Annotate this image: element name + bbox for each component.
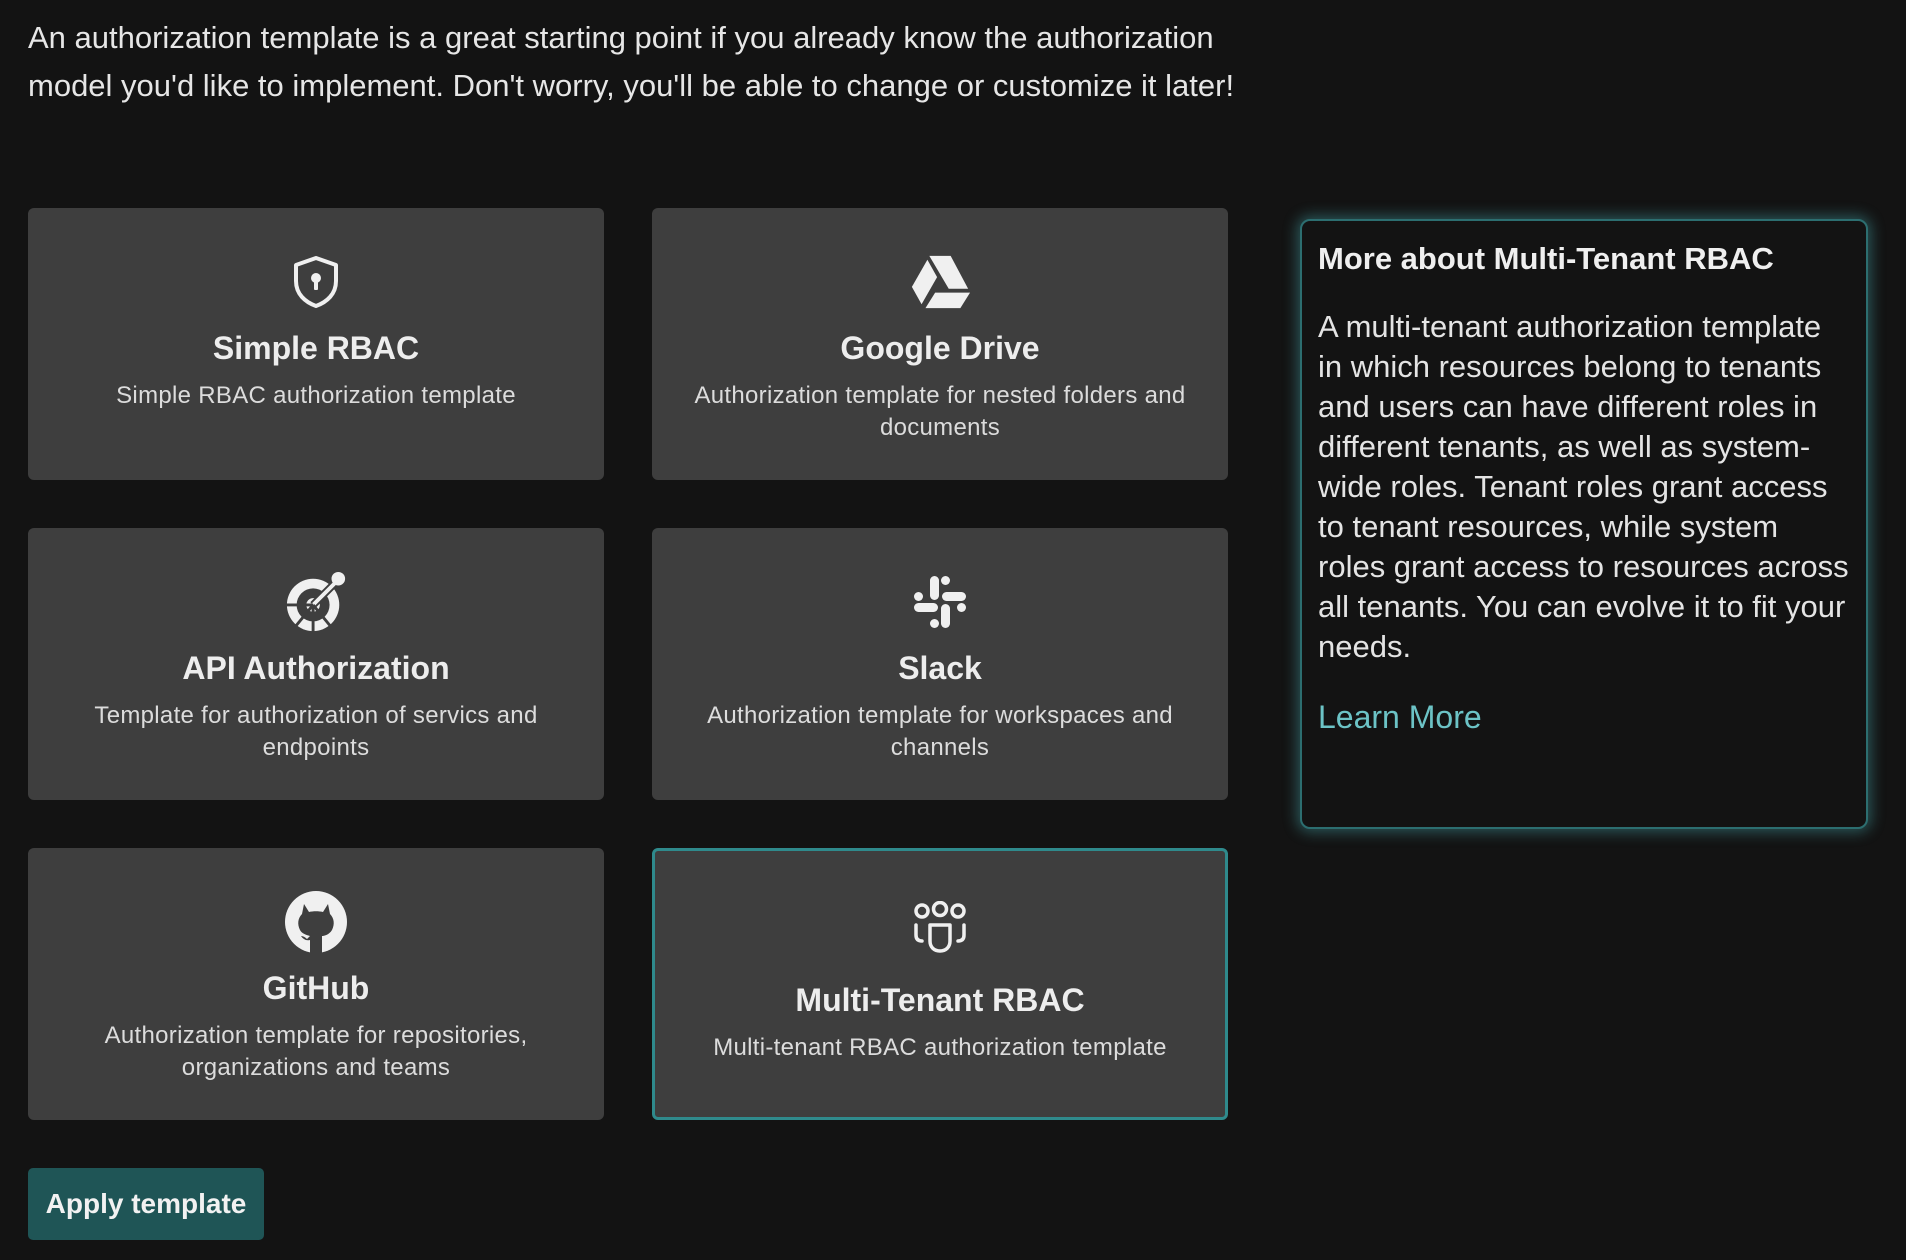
template-title: Google Drive [840,330,1040,366]
template-description: Template for authorization of servics an… [94,702,538,761]
template-card-api-authorization[interactable]: API Authorization Template for authoriza… [28,528,604,800]
template-title: GitHub [262,970,370,1006]
api-gauge-icon [284,570,348,634]
slack-icon [908,570,972,634]
template-description: Authorization template for workspaces an… [707,702,1173,761]
template-card-google-drive[interactable]: Google Drive Authorization template for … [652,208,1228,480]
template-description: Simple RBAC authorization template [116,382,516,409]
template-card-slack[interactable]: Slack Authorization template for workspa… [652,528,1228,800]
template-title: Slack [898,650,982,686]
template-title: API Authorization [182,650,450,686]
apply-template-button[interactable]: Apply template [28,1168,264,1240]
template-description: Authorization template for repositories,… [104,1022,528,1081]
template-title: Simple RBAC [212,330,420,366]
template-card-simple-rbac[interactable]: Simple RBAC Simple RBAC authorization te… [28,208,604,480]
shield-lock-icon [284,250,348,314]
template-description: Authorization template for nested folder… [694,382,1186,441]
template-info-panel: More about Multi-Tenant RBAC A multi-ten… [1300,219,1868,829]
info-panel-body: A multi-tenant authorization template in… [1318,309,1849,664]
template-description: Multi-tenant RBAC authorization template [713,1034,1167,1061]
github-icon [284,890,348,954]
template-card-github[interactable]: GitHub Authorization template for reposi… [28,848,604,1120]
info-panel-title: More about Multi-Tenant RBAC [1318,241,1774,276]
multi-user-icon [908,896,972,960]
template-card-multi-tenant-rbac[interactable]: Multi-Tenant RBAC Multi-tenant RBAC auth… [652,848,1228,1120]
learn-more-link[interactable]: Learn More [1318,699,1482,736]
template-title: Multi-Tenant RBAC [795,982,1085,1018]
intro-text: An authorization template is a great sta… [28,20,1235,103]
google-drive-icon [908,250,972,314]
